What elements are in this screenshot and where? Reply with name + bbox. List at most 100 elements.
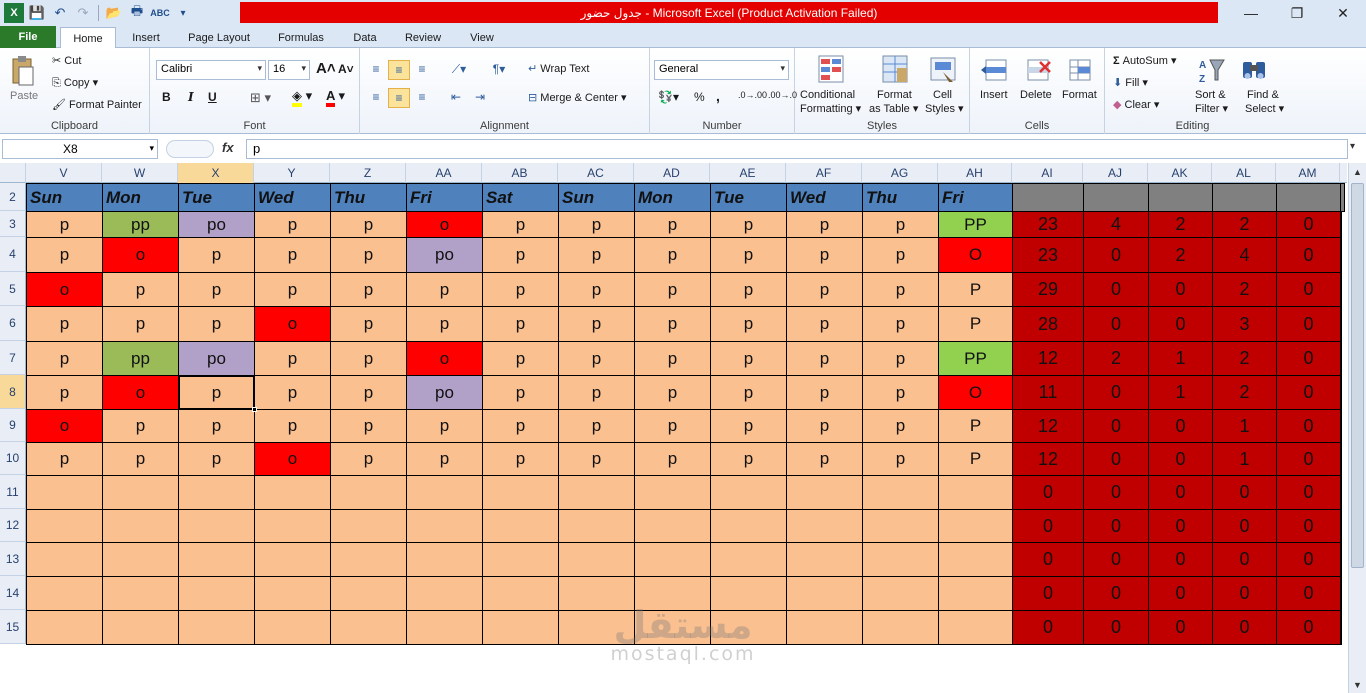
row-header-5[interactable]: 5 bbox=[0, 272, 26, 306]
attendance-cell[interactable] bbox=[482, 542, 559, 577]
total-header-cell[interactable] bbox=[1212, 183, 1277, 212]
total-cell[interactable]: 0 bbox=[1012, 509, 1084, 543]
total-header-cell[interactable] bbox=[1083, 183, 1149, 212]
attendance-cell[interactable]: p bbox=[330, 409, 407, 443]
italic-button[interactable]: I bbox=[188, 90, 194, 104]
expand-formula-bar-icon[interactable]: ▾ bbox=[1350, 141, 1355, 152]
day-cell[interactable]: Wed bbox=[786, 183, 863, 212]
grid-cell[interactable] bbox=[1340, 237, 1342, 273]
row-header-12[interactable]: 12 bbox=[0, 509, 26, 542]
attendance-cell[interactable]: p bbox=[558, 272, 635, 307]
column-header-ac[interactable]: AC bbox=[558, 163, 634, 183]
borders-icon[interactable]: ⊞ ▾ bbox=[250, 90, 271, 106]
attendance-cell[interactable] bbox=[938, 475, 1013, 510]
attendance-cell[interactable]: p bbox=[482, 272, 559, 307]
day-cell[interactable]: Tue bbox=[710, 183, 787, 212]
row-header-7[interactable]: 7 bbox=[0, 341, 26, 375]
attendance-cell[interactable] bbox=[710, 475, 787, 510]
attendance-cell[interactable]: p bbox=[330, 211, 407, 238]
attendance-cell[interactable]: pp bbox=[102, 341, 179, 376]
attendance-cell[interactable]: p bbox=[330, 306, 407, 342]
grow-font-icon[interactable]: A˄ bbox=[316, 60, 336, 77]
attendance-cell[interactable]: p bbox=[482, 375, 559, 410]
attendance-cell[interactable]: p bbox=[330, 341, 407, 376]
underline-button[interactable]: U bbox=[208, 90, 217, 104]
attendance-cell[interactable] bbox=[786, 509, 863, 543]
conditional-formatting-icon[interactable] bbox=[815, 52, 847, 86]
day-cell[interactable]: Fri bbox=[938, 183, 1013, 212]
grid-cell[interactable] bbox=[1340, 576, 1342, 611]
total-cell[interactable]: 0 bbox=[1276, 237, 1341, 273]
column-header-aa[interactable]: AA bbox=[406, 163, 482, 183]
accounting-format-icon[interactable]: 💱▾ bbox=[658, 90, 679, 104]
attendance-cell[interactable]: p bbox=[786, 306, 863, 342]
number-format-combo[interactable]: General ▾ bbox=[654, 60, 789, 80]
attendance-cell[interactable]: p bbox=[26, 237, 103, 273]
attendance-cell[interactable]: p bbox=[482, 442, 559, 476]
attendance-cell[interactable] bbox=[102, 475, 179, 510]
attendance-cell[interactable]: o bbox=[254, 306, 331, 342]
column-header-aj[interactable]: AJ bbox=[1083, 163, 1148, 183]
attendance-cell[interactable] bbox=[178, 576, 255, 611]
total-cell[interactable]: 0 bbox=[1083, 237, 1149, 273]
restore-button[interactable]: ❐ bbox=[1274, 0, 1320, 26]
attendance-cell[interactable]: p bbox=[862, 409, 939, 443]
attendance-cell[interactable]: p bbox=[102, 442, 179, 476]
column-header-x[interactable]: X bbox=[178, 163, 254, 183]
tab-home[interactable]: Home bbox=[60, 27, 116, 49]
total-header-cell[interactable] bbox=[1340, 183, 1345, 212]
total-cell[interactable]: 12 bbox=[1012, 442, 1084, 476]
format-label[interactable]: Format bbox=[877, 89, 912, 101]
attendance-cell[interactable]: p bbox=[634, 375, 711, 410]
attendance-cell[interactable] bbox=[710, 576, 787, 611]
total-cell[interactable]: 0 bbox=[1083, 306, 1149, 342]
attendance-cell[interactable]: p bbox=[862, 211, 939, 238]
attendance-cell[interactable]: p bbox=[330, 442, 407, 476]
total-cell[interactable]: 0 bbox=[1083, 475, 1149, 510]
attendance-cell[interactable] bbox=[254, 542, 331, 577]
grid-cell[interactable] bbox=[1340, 475, 1342, 510]
attendance-cell[interactable]: p bbox=[786, 341, 863, 376]
day-cell[interactable]: Sat bbox=[482, 183, 559, 212]
qat-more-icon[interactable]: ▾ bbox=[173, 3, 193, 23]
total-cell[interactable]: 0 bbox=[1148, 306, 1213, 342]
align-right-icon[interactable]: ≡ bbox=[412, 88, 432, 106]
attendance-cell[interactable]: p bbox=[634, 211, 711, 238]
attendance-cell[interactable] bbox=[786, 475, 863, 510]
attendance-cell[interactable] bbox=[862, 475, 939, 510]
attendance-cell[interactable]: o bbox=[102, 237, 179, 273]
scroll-up-icon[interactable]: ▲ bbox=[1349, 163, 1366, 180]
day-cell[interactable]: Wed bbox=[254, 183, 331, 212]
total-cell[interactable]: 0 bbox=[1083, 542, 1149, 577]
attendance-cell[interactable] bbox=[406, 542, 483, 577]
attendance-cell[interactable]: p bbox=[330, 237, 407, 273]
attendance-cell[interactable]: p bbox=[558, 237, 635, 273]
tab-insert[interactable]: Insert bbox=[120, 27, 172, 48]
attendance-cell[interactable] bbox=[26, 509, 103, 543]
tab-data[interactable]: Data bbox=[344, 27, 386, 48]
attendance-cell[interactable]: p bbox=[634, 237, 711, 273]
attendance-cell[interactable]: p bbox=[862, 375, 939, 410]
total-cell[interactable]: 29 bbox=[1012, 272, 1084, 307]
attendance-cell[interactable] bbox=[330, 542, 407, 577]
attendance-cell[interactable]: p bbox=[254, 272, 331, 307]
attendance-cell[interactable]: p bbox=[634, 442, 711, 476]
attendance-cell[interactable]: p bbox=[178, 237, 255, 273]
total-cell[interactable]: 4 bbox=[1212, 237, 1277, 273]
total-cell[interactable]: 0 bbox=[1212, 509, 1277, 543]
attendance-cell[interactable] bbox=[862, 576, 939, 611]
total-cell[interactable]: 0 bbox=[1276, 475, 1341, 510]
attendance-cell[interactable]: p bbox=[178, 306, 255, 342]
attendance-cell[interactable]: o bbox=[26, 272, 103, 307]
font-size-combo[interactable]: 16 ▾ bbox=[268, 60, 310, 80]
attendance-cell[interactable]: p bbox=[330, 375, 407, 410]
attendance-cell[interactable]: p bbox=[710, 409, 787, 443]
attendance-cell[interactable]: O bbox=[938, 375, 1013, 410]
formatting-label[interactable]: Formatting ▾ bbox=[800, 102, 861, 115]
grid-cell[interactable] bbox=[1340, 341, 1342, 376]
attendance-cell[interactable] bbox=[482, 509, 559, 543]
grid-cell[interactable] bbox=[1340, 610, 1342, 645]
attendance-cell[interactable]: p bbox=[406, 306, 483, 342]
grid-cell[interactable] bbox=[1340, 211, 1342, 238]
redo-icon[interactable]: ↷ bbox=[73, 3, 93, 23]
